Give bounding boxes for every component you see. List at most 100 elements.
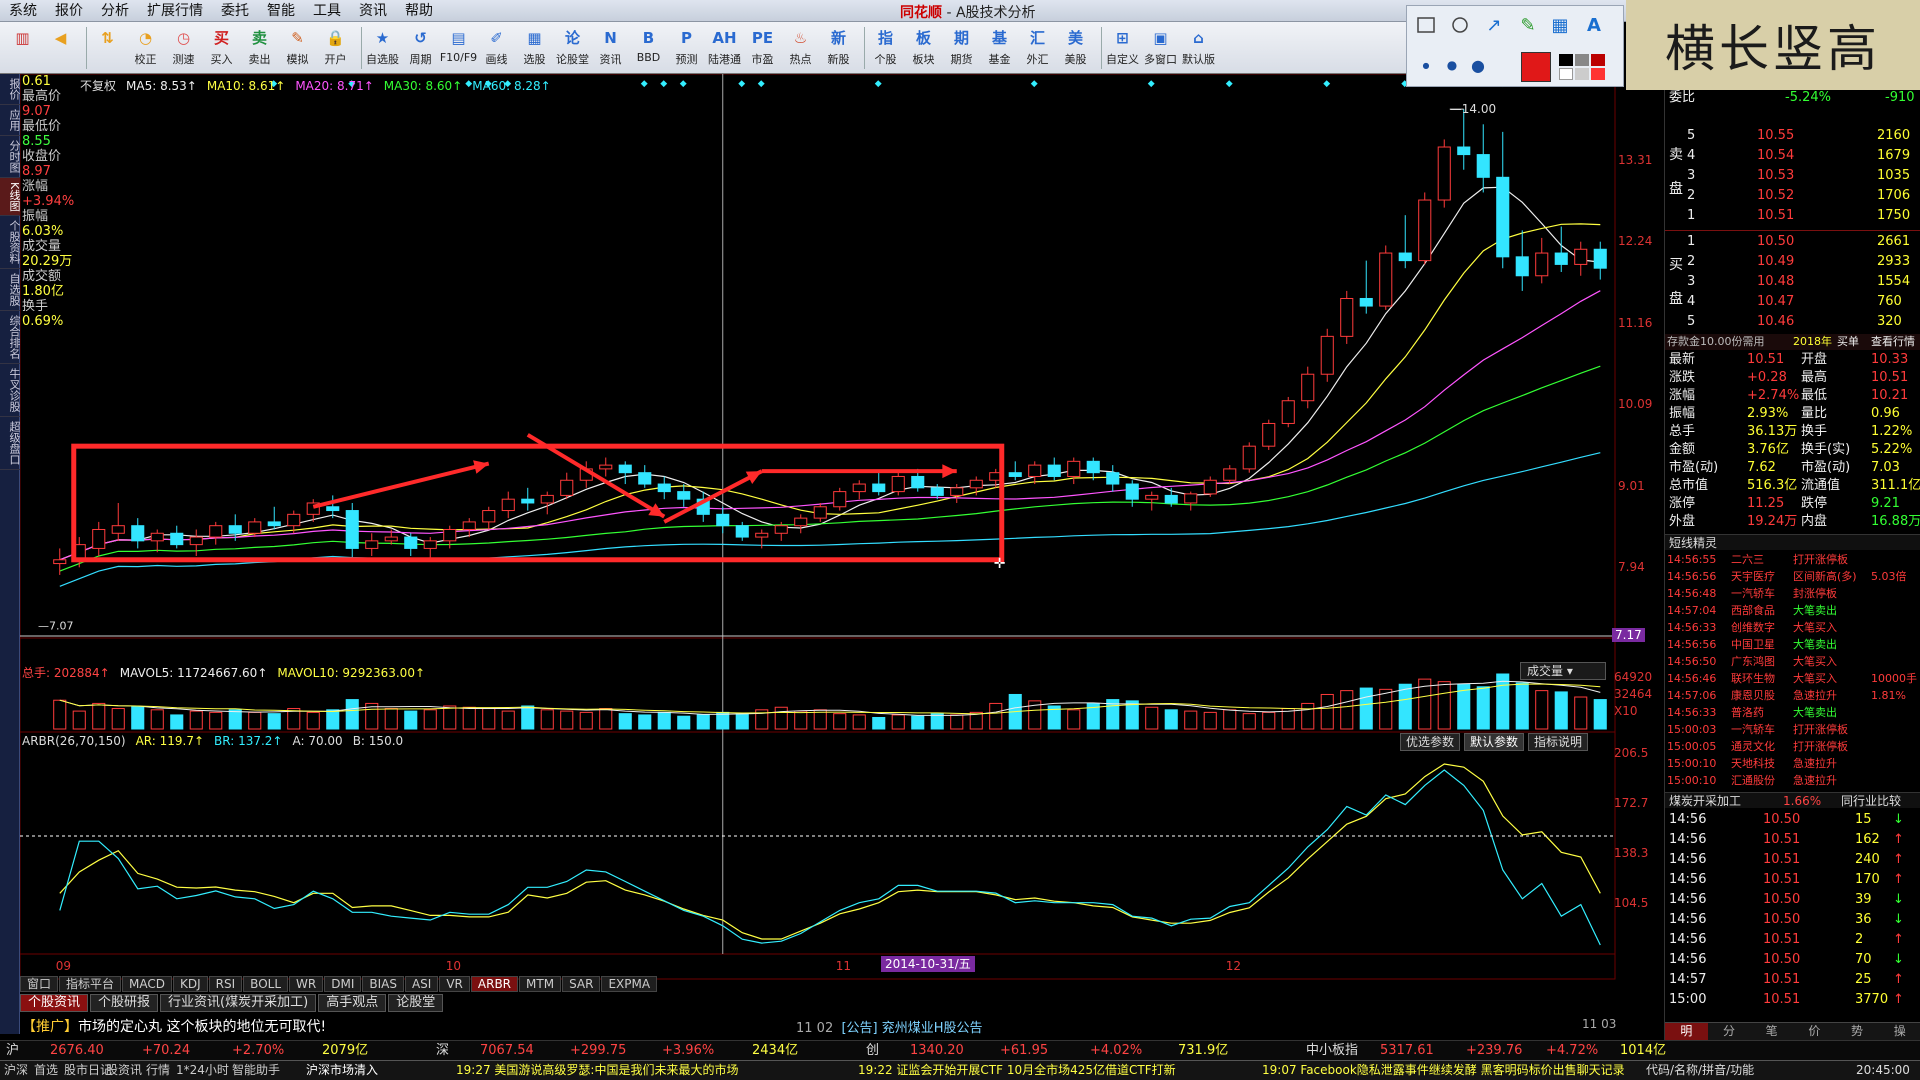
left-nav-tab-0[interactable]: 报价 [0, 74, 21, 105]
side-tab-4[interactable]: 势 [1836, 1023, 1879, 1040]
indicator-tab-asi[interactable]: ASI [404, 976, 439, 992]
indicator-tab-boll[interactable]: BOLL [243, 976, 289, 992]
side-tab-0[interactable]: 明 [1665, 1023, 1708, 1040]
color-white-swatch[interactable] [1559, 68, 1573, 80]
alert-row[interactable]: 15:00:03 一汽轿车 打开涨停板 [1665, 722, 1920, 738]
side-tab-5[interactable]: 操 [1878, 1023, 1920, 1040]
left-nav-tab-1[interactable]: 应用 [0, 105, 21, 136]
announcement-line[interactable]: 11 02 [公告] 兖州煤业H股公告 [796, 1017, 983, 1036]
toolbar-buy-button[interactable]: 买买入 [205, 24, 238, 72]
toolbar-window-button[interactable]: ▣ 多窗口 [1144, 24, 1177, 72]
indicator-tab-vr[interactable]: VR [439, 976, 470, 992]
selected-color-swatch[interactable] [1521, 52, 1551, 82]
news-tab-3[interactable]: 高手观点 [318, 994, 387, 1012]
sell-level-row[interactable]: 3 10.53 1035 [1665, 168, 1920, 184]
menu-item-0[interactable]: 系统 [0, 0, 46, 22]
toolbar-period-button[interactable]: ↺ 周期 [404, 24, 437, 72]
toolbar-f10-button[interactable]: ▤ F10/F9 [440, 24, 477, 72]
toolbar-hot-button[interactable]: ♨ 热点 [784, 24, 817, 72]
indicator-tab-kdj[interactable]: KDJ [173, 976, 208, 992]
sell-level-row[interactable]: 2 10.52 1706 [1665, 188, 1920, 204]
sell-level-row[interactable]: 4 10.54 1679 [1665, 148, 1920, 164]
news-tab-2[interactable]: 行业资讯(煤炭开采加工) [160, 994, 317, 1012]
indicator-tab-指标平台[interactable]: 指标平台 [59, 976, 122, 992]
menu-item-7[interactable]: 资讯 [350, 0, 396, 22]
toolbar-pe-button[interactable]: PE 市盈 [746, 24, 779, 72]
volume-indicator-select[interactable]: 成交量 ▾ [1520, 662, 1606, 680]
buy-level-row[interactable]: 1 10.50 2661 [1665, 234, 1920, 250]
menu-item-6[interactable]: 工具 [304, 0, 350, 22]
toolbar-star-button[interactable]: ★ 自选股 [366, 24, 399, 72]
color-gray-swatch[interactable] [1575, 54, 1589, 66]
indicator-tab-mtm[interactable]: MTM [519, 976, 562, 992]
sell-level-row[interactable]: 5 10.55 2160 [1665, 128, 1920, 144]
buy-level-row[interactable]: 5 10.46 320 [1665, 314, 1920, 330]
industry-compare-button[interactable]: 同行业比较 [1841, 793, 1901, 809]
color-lightgray-swatch[interactable] [1575, 68, 1589, 80]
left-nav-tab-7[interactable]: 牛叉诊股 [0, 364, 21, 418]
toolbar-hammer-button[interactable]: ✎ 模拟 [281, 24, 314, 72]
toolbar-news-button[interactable]: N 资讯 [594, 24, 627, 72]
text-tool-icon[interactable]: A [1581, 12, 1607, 38]
alert-row[interactable]: 14:56:56 中国卫星 大笔卖出 [1665, 637, 1920, 653]
indicator-tab-wr[interactable]: WR [289, 976, 324, 992]
color-darkred-swatch[interactable] [1591, 54, 1605, 66]
alert-row[interactable]: 14:56:48 一汽轿车 封涨停板 [1665, 586, 1920, 602]
toolbar-back-button[interactable]: ◀ [44, 24, 77, 72]
kline-chart-area[interactable]: ◆◆◆◆◆◆◆◆◆◆◆◆◆◆◆◆◆—14.00—7.07✛09101112 [20, 74, 1620, 984]
param-button-1[interactable]: 默认参数 [1464, 733, 1525, 751]
toolbar-custom-button[interactable]: ⊞ 自定义 [1106, 24, 1139, 72]
indicator-tab-窗口[interactable]: 窗口 [20, 976, 59, 992]
indicator-tab-dmi[interactable]: DMI [324, 976, 362, 992]
alert-row[interactable]: 14:56:50 广东鸿图 大笔买入 [1665, 654, 1920, 670]
toolbar-lock-button[interactable]: 🔒 开户 [319, 24, 352, 72]
toolbar-ah-button[interactable]: AH 陆港通 [708, 24, 741, 72]
toolbar-pen-button[interactable]: ✐ 画线 [480, 24, 513, 72]
toolbar-forecast-button[interactable]: P 预测 [670, 24, 703, 72]
sell-level-row[interactable]: 1 10.51 1750 [1665, 208, 1920, 224]
param-button-0[interactable]: 优选参数 [1400, 733, 1461, 751]
alert-row[interactable]: 14:56:33 普洛药 大笔卖出 [1665, 705, 1920, 721]
menu-item-4[interactable]: 委托 [212, 0, 258, 22]
indicator-tab-arbr[interactable]: ARBR [470, 976, 519, 992]
arrow-tool-icon[interactable]: ↗ [1481, 12, 1507, 38]
left-nav-tab-2[interactable]: 分时图 [0, 136, 21, 178]
left-nav-tab-3[interactable]: K线图 [0, 178, 21, 217]
alert-row[interactable]: 15:00:10 汇通股份 急速拉升 [1665, 773, 1920, 789]
param-button-2[interactable]: 指标说明 [1528, 733, 1589, 751]
mosaic-tool-icon[interactable]: ▦ [1547, 12, 1573, 38]
toolbar-forex-button[interactable]: 汇外汇 [1021, 24, 1054, 72]
alert-row[interactable]: 14:56:56 天宇医疗 区间新高(多) 5.03倍 [1665, 569, 1920, 585]
buy-level-row[interactable]: 2 10.49 2933 [1665, 254, 1920, 270]
menu-item-2[interactable]: 分析 [92, 0, 138, 22]
alert-row[interactable]: 14:57:04 西部食品 大笔卖出 [1665, 603, 1920, 619]
news-tab-0[interactable]: 个股资讯 [20, 994, 89, 1012]
status-bar-item[interactable]: 代码/名称/拼音/功能 [1646, 1061, 1754, 1080]
side-tab-3[interactable]: 价 [1793, 1023, 1836, 1040]
toolbar-forum-button[interactable]: 论论股堂 [556, 24, 589, 72]
toolbar-arrows-button[interactable]: ⇅ [91, 24, 124, 72]
toolbar-sell-button[interactable]: 卖卖出 [243, 24, 276, 72]
toolbar-futures-button[interactable]: 期期货 [945, 24, 978, 72]
left-nav-tab-8[interactable]: 超级盘口 [0, 417, 21, 471]
notice-link[interactable]: 查看行情 [1871, 334, 1915, 350]
toolbar-timer-button[interactable]: ◷ 测速 [167, 24, 200, 72]
left-nav-tab-4[interactable]: 个股资料 [0, 216, 21, 270]
alert-row[interactable]: 14:56:33 创维数字 大笔买入 [1665, 620, 1920, 636]
indicator-tab-sar[interactable]: SAR [562, 976, 601, 992]
alert-row[interactable]: 15:00:10 天地科技 急速拉升 [1665, 756, 1920, 772]
color-red-swatch[interactable] [1591, 68, 1605, 80]
deposit-notice-row[interactable]: 存款金10.00份需用 2018年 买单 查看行情 [1665, 334, 1920, 350]
size-small-icon[interactable]: ● [1413, 52, 1439, 78]
toolbar-newstock-button[interactable]: 新新股 [822, 24, 855, 72]
indicator-tab-macd[interactable]: MACD [122, 976, 173, 992]
toolbar-fund-button[interactable]: 基基金 [983, 24, 1016, 72]
alert-row[interactable]: 14:56:55 二六三 打开涨停板 [1665, 552, 1920, 568]
pencil-tool-icon[interactable]: ✎ [1515, 12, 1541, 38]
buy-level-row[interactable]: 4 10.47 760 [1665, 294, 1920, 310]
menu-item-5[interactable]: 智能 [258, 0, 304, 22]
news-tab-1[interactable]: 个股研报 [90, 994, 159, 1012]
rectangle-tool-icon[interactable] [1413, 12, 1439, 38]
toolbar-bbd-button[interactable]: B BBD [632, 24, 665, 72]
toolbar-chart-button[interactable]: ▥ [6, 24, 39, 72]
